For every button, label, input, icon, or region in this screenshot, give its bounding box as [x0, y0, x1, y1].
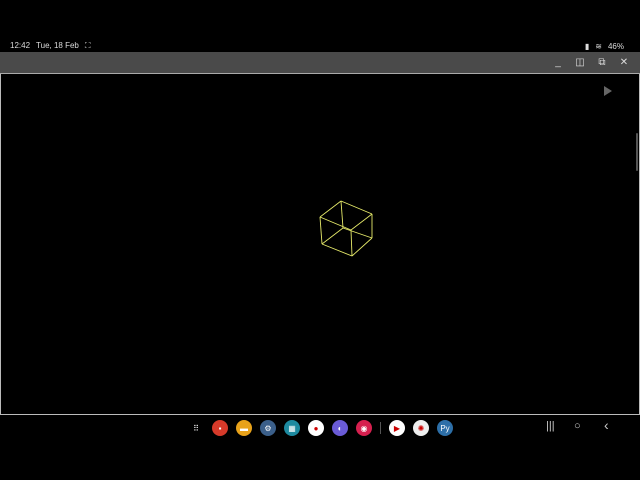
- cube-edge: [342, 227, 373, 239]
- app-chatgpt[interactable]: ✺: [413, 420, 429, 436]
- app-youtube[interactable]: ▶: [389, 420, 405, 436]
- app-camera[interactable]: ◉: [356, 420, 372, 436]
- app-app-drawer[interactable]: ⠿: [188, 420, 204, 436]
- cube-edge: [340, 200, 344, 229]
- cube-edge: [350, 229, 353, 257]
- cube-edge: [319, 216, 352, 231]
- cube-edge: [321, 227, 344, 245]
- taskbar: ⠿ ▪ ▬ ⚙ ▦ ● ◐ ◉ ▶ ✺ Py: [188, 418, 453, 438]
- cube-edge: [350, 213, 373, 231]
- home-button[interactable]: ○: [574, 420, 581, 432]
- cube-edge: [319, 200, 342, 218]
- app-messages[interactable]: ●: [308, 420, 324, 436]
- app-pydroid[interactable]: Py: [437, 420, 453, 436]
- cube-edge: [321, 243, 353, 257]
- cube-edge: [319, 216, 323, 245]
- cube-edge: [340, 200, 373, 215]
- taskbar-divider: [380, 422, 381, 434]
- app-samsung-notes[interactable]: ▪: [212, 420, 228, 436]
- app-settings[interactable]: ⚙: [260, 420, 276, 436]
- app-calendar[interactable]: ▦: [284, 420, 300, 436]
- wireframe-cube: [319, 200, 373, 257]
- cube-edge: [351, 237, 373, 257]
- app-my-files[interactable]: ▬: [236, 420, 252, 436]
- back-button[interactable]: ‹: [604, 417, 609, 433]
- recents-button[interactable]: |||: [546, 420, 555, 432]
- app-internet[interactable]: ◐: [332, 420, 348, 436]
